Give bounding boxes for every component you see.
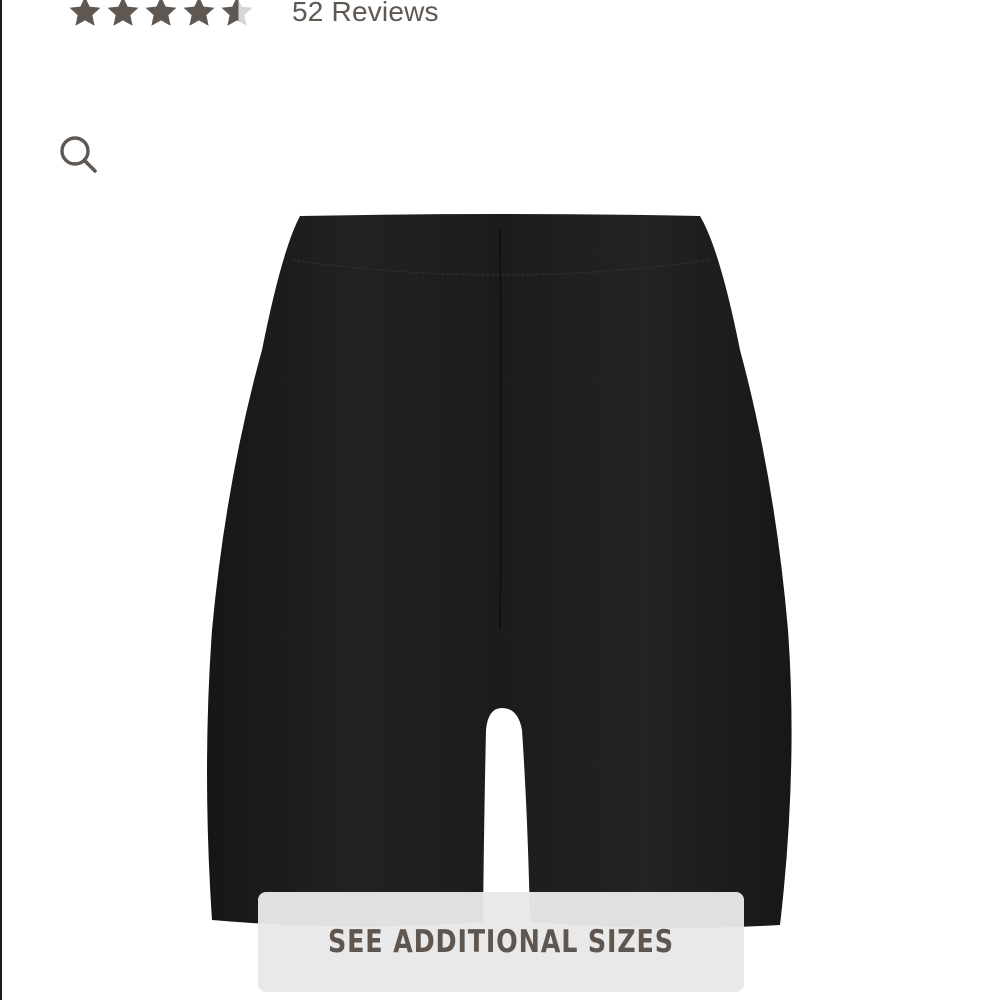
left-border [0,0,2,1000]
star-icon [145,0,177,26]
see-additional-sizes-label: SEE ADDITIONAL SIZES [328,924,674,960]
star-icon [69,0,101,26]
review-count-link[interactable]: 52 Reviews [292,0,439,26]
rating-row[interactable]: 52 Reviews [66,0,439,32]
star-icon [107,0,139,26]
star-icon [183,0,215,26]
shorts-garment [207,214,792,928]
star-rating [66,0,256,30]
search-icon [60,136,97,173]
half-star-icon [221,0,253,26]
product-page: 52 Reviews SEE ADDITIONAL SIZES [0,0,1000,1000]
product-image[interactable] [200,210,800,940]
search-button[interactable] [54,130,102,178]
see-additional-sizes-button[interactable]: SEE ADDITIONAL SIZES [258,892,744,992]
